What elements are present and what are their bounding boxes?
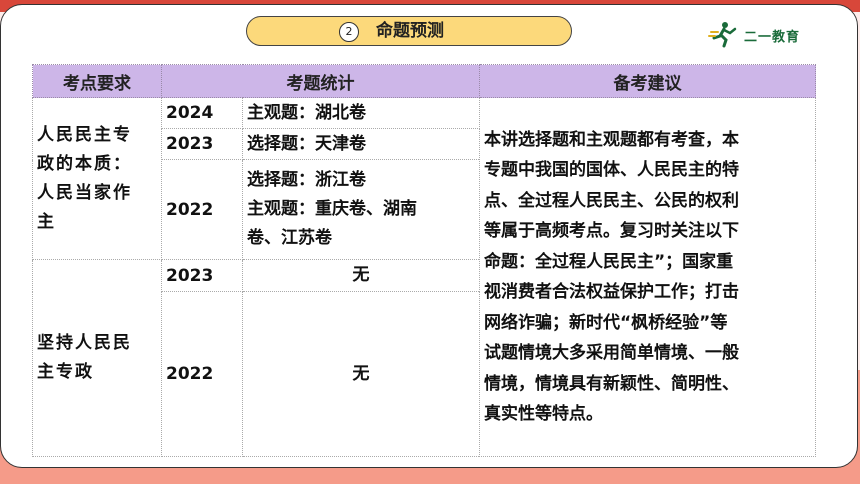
header-exam-stats: 考题统计 xyxy=(161,64,480,98)
section-title: 命题预测 xyxy=(376,21,444,41)
exam-cell: 无 xyxy=(242,291,480,457)
table-header-row: 考点要求 考题统计 备考建议 xyxy=(32,64,816,98)
topic-cell-2: 坚持人民民 主专政 xyxy=(32,259,162,457)
year-cell: 2023 xyxy=(161,259,243,292)
section-number-badge: 2 xyxy=(339,22,359,42)
year-cell: 2022 xyxy=(161,159,243,260)
advice-cell: 本讲选择题和主观题都有考查，本 专题中我国的国体、人民民主的特 点、全过程人民民… xyxy=(479,97,816,457)
year-cell: 2023 xyxy=(161,128,243,160)
year-cell: 2022 xyxy=(161,291,243,457)
logo-text: 二一教育 xyxy=(744,30,801,45)
exam-cell: 选择题：天津卷 xyxy=(242,128,480,160)
topic-cell-1: 人民民主专 政的本质： 人民当家作 主 xyxy=(32,97,162,260)
runner-logo-icon xyxy=(708,22,737,48)
exam-cell: 无 xyxy=(242,259,480,292)
table-row: 人民民主专 政的本质： 人民当家作 主 2024 主观题：湖北卷 本讲选择题和主… xyxy=(32,97,816,457)
year-cell: 2024 xyxy=(161,97,243,129)
exam-forecast-table: 考点要求 考题统计 备考建议 人民民主专 政的本质： 人民当家作 主 2024 … xyxy=(32,64,816,457)
header-advice: 备考建议 xyxy=(479,64,816,98)
exam-cell: 选择题：浙江卷 主观题：重庆卷、湖南 卷、江苏卷 xyxy=(242,159,480,260)
brand-logo: 二一教育 xyxy=(708,20,828,48)
header-topic: 考点要求 xyxy=(32,64,162,98)
exam-cell: 主观题：湖北卷 xyxy=(242,97,480,129)
